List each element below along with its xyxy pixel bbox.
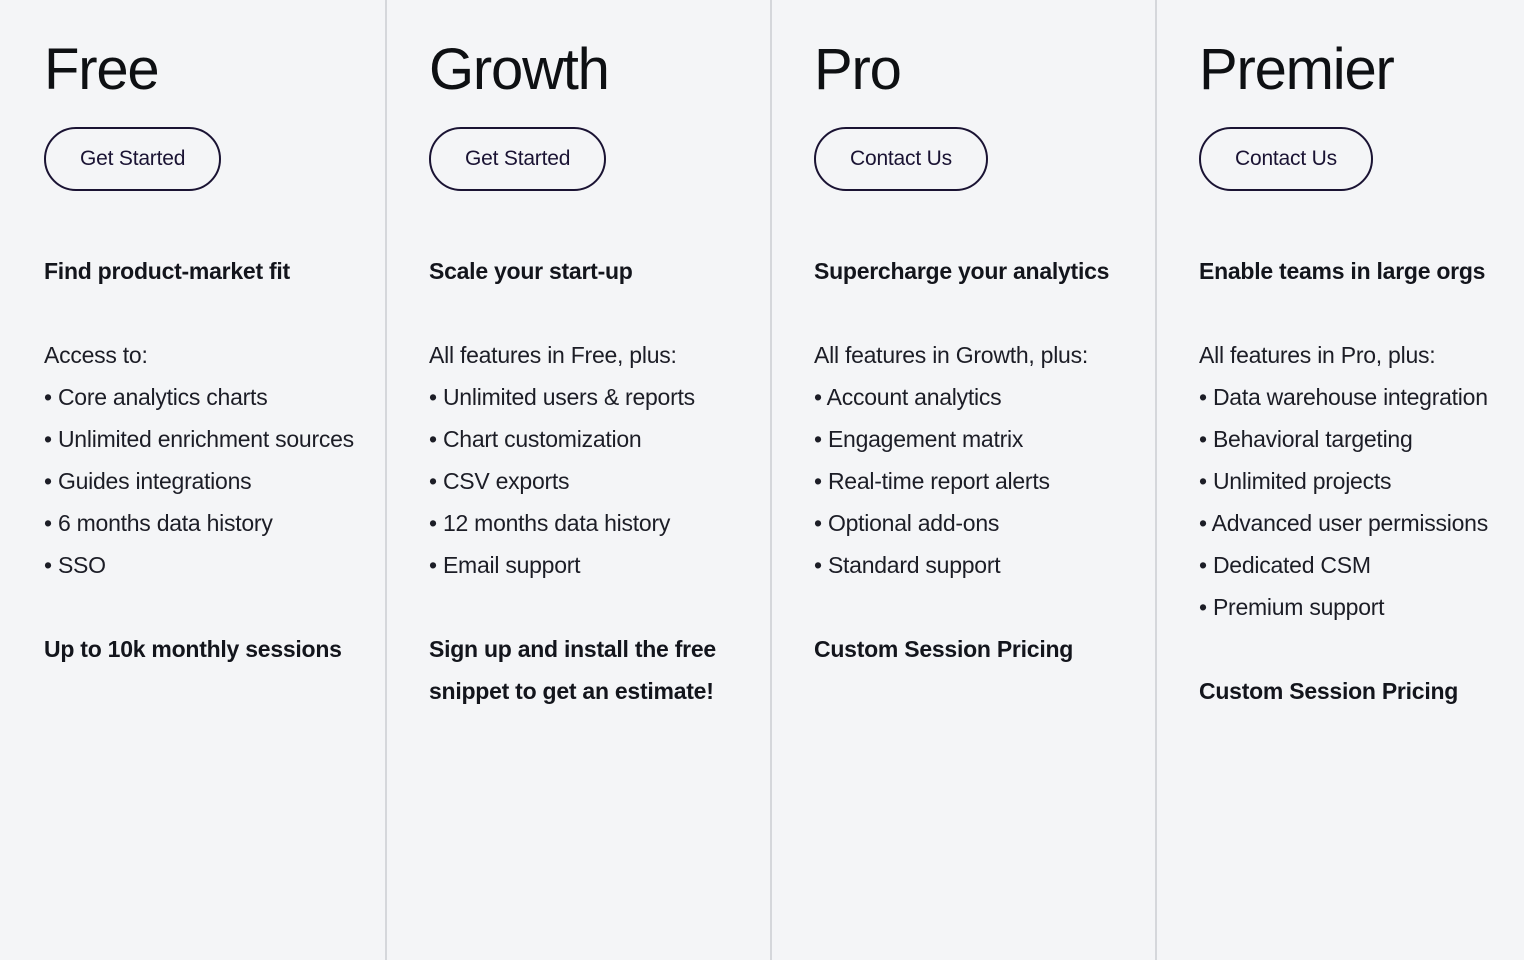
plan-title-premier: Premier <box>1199 37 1395 102</box>
plan-tagline-growth: Scale your start-up <box>429 257 633 284</box>
plan-body-growth: Scale your start-up All features in Free… <box>429 250 741 712</box>
get-started-button-growth[interactable]: Get Started <box>429 126 607 191</box>
plan-feature-item: • Advanced user permissions <box>1199 509 1488 536</box>
plan-feature-item: • Engagement matrix <box>814 425 1024 452</box>
plan-feature-item: • SSO <box>44 551 106 578</box>
plan-body-pro: Supercharge your analytics All features … <box>814 250 1126 670</box>
plan-feature-item: • Optional add-ons <box>814 509 1000 536</box>
plan-body-premier: Enable teams in large orgs All features … <box>1199 250 1511 712</box>
plan-intro-premier: All features in Pro, plus: <box>1199 341 1436 368</box>
plan-tagline-pro: Supercharge your analytics <box>814 257 1110 284</box>
plan-tagline-free: Find product-market fit <box>44 257 290 284</box>
contact-us-button-premier[interactable]: Contact Us <box>1199 126 1373 191</box>
plan-intro-pro: All features in Growth, plus: <box>814 341 1088 368</box>
plan-title-pro: Pro <box>814 37 902 102</box>
plan-feature-item: • Premium support <box>1199 593 1385 620</box>
pricing-table: Free Get Started Find product-market fit… <box>0 0 1524 960</box>
plan-feature-item: • Unlimited enrichment sources <box>44 425 354 452</box>
plan-feature-item: • Chart customization <box>429 425 642 452</box>
plan-footnote-growth: Sign up and install the free snippet to … <box>429 635 723 704</box>
plan-tagline-premier: Enable teams in large orgs <box>1199 257 1486 284</box>
plan-column-pro: Pro Contact Us Supercharge your analytic… <box>770 0 1155 960</box>
plan-feature-item: • Guides integrations <box>44 467 252 494</box>
plan-column-premier: Premier Contact Us Enable teams in large… <box>1155 0 1524 960</box>
plan-feature-item: • Unlimited users & reports <box>429 383 695 410</box>
contact-us-button-pro[interactable]: Contact Us <box>814 126 988 191</box>
plan-feature-item: • Behavioral targeting <box>1199 425 1413 452</box>
plan-feature-item: • 12 months data history <box>429 509 671 536</box>
plan-footnote-pro: Custom Session Pricing <box>814 635 1074 662</box>
plan-feature-item: • Core analytics charts <box>44 383 268 410</box>
plan-body-free: Find product-market fit Access to: • Cor… <box>44 250 356 670</box>
plan-column-free: Free Get Started Find product-market fit… <box>0 0 385 960</box>
plan-title-free: Free <box>44 37 160 102</box>
plan-feature-item: • Real-time report alerts <box>814 467 1050 494</box>
plan-feature-item: • Account analytics <box>814 383 1002 410</box>
plan-title-growth: Growth <box>429 37 610 102</box>
plan-feature-item: • Dedicated CSM <box>1199 551 1371 578</box>
plan-footnote-free: Up to 10k monthly sessions <box>44 635 342 662</box>
plan-feature-item: • 6 months data history <box>44 509 273 536</box>
plan-feature-item: • Data warehouse integration <box>1199 383 1488 410</box>
plan-column-growth: Growth Get Started Scale your start-up A… <box>385 0 770 960</box>
plan-intro-growth: All features in Free, plus: <box>429 341 677 368</box>
plan-feature-item: • Email support <box>429 551 581 578</box>
plan-intro-free: Access to: <box>44 341 148 368</box>
plan-feature-item: • Unlimited projects <box>1199 467 1392 494</box>
plan-feature-item: • CSV exports <box>429 467 570 494</box>
plan-feature-item: • Standard support <box>814 551 1001 578</box>
plan-footnote-premier: Custom Session Pricing <box>1199 677 1459 704</box>
get-started-button-free[interactable]: Get Started <box>44 126 222 191</box>
